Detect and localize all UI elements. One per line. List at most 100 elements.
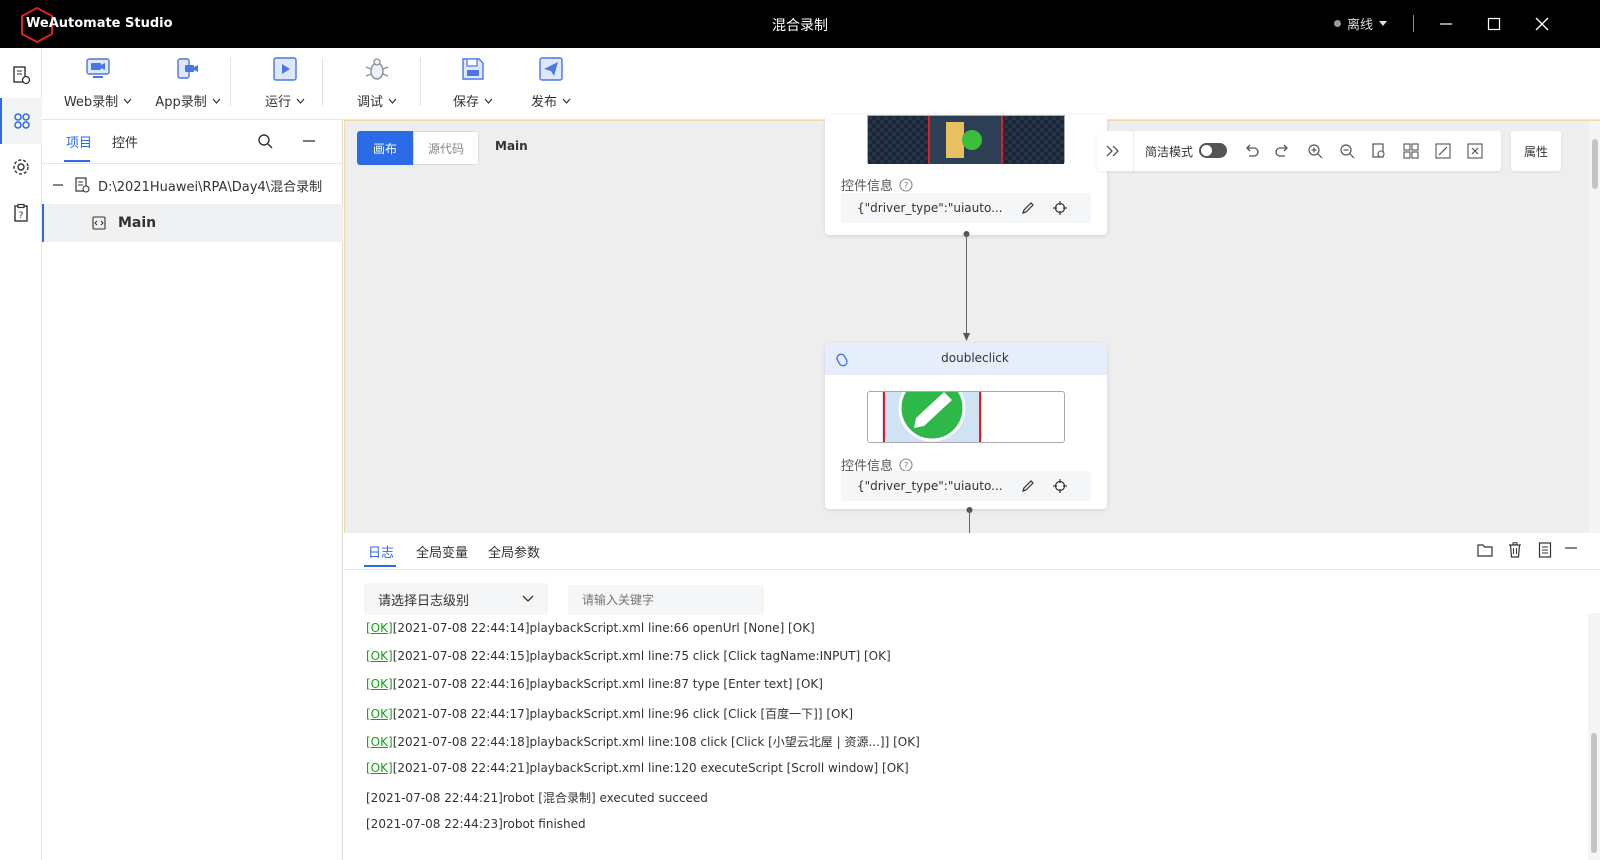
save-button[interactable]: 保存 [442, 54, 504, 114]
log-text: [2021-07-08 22:44:17]playbackScript.xml … [392, 707, 854, 721]
fit-view-button[interactable] [1369, 141, 1389, 161]
ok-tag[interactable]: [OK] [366, 621, 393, 635]
flow-node-doubleclick[interactable]: doubleclick 控件信息? {"driver_type":"uiauto… [825, 343, 1107, 509]
ok-tag[interactable]: [OK] [366, 735, 393, 749]
undo-button[interactable] [1241, 141, 1261, 161]
ok-tag[interactable]: [OK] [366, 761, 393, 775]
expand-panel-button[interactable] [1103, 141, 1123, 161]
control-info-label-row: 控件信息? [841, 175, 913, 194]
edit-button[interactable] [1019, 199, 1037, 217]
rail-components-button[interactable] [0, 98, 42, 144]
gear-icon [13, 159, 29, 175]
exit-fullscreen-button[interactable] [1465, 141, 1485, 161]
tab-global-variables[interactable]: 全局变量 [416, 542, 468, 561]
double-chevron-right-icon [1106, 145, 1119, 157]
log-file-button[interactable] [1534, 539, 1556, 561]
simple-mode-toggle[interactable] [1199, 143, 1227, 158]
minus-icon [1565, 547, 1577, 549]
toolbar-divider [230, 58, 231, 106]
tab-source-code[interactable]: 源代码 [413, 131, 479, 165]
project-root-path: D:\2021Huawei\RPA\Day4\混合录制 [98, 179, 323, 195]
active-tab-indicator [64, 160, 90, 162]
left-rail: ? [0, 48, 42, 860]
log-text: [2021-07-08 22:44:14]playbackScript.xml … [392, 621, 815, 635]
fullscreen-button[interactable] [1433, 141, 1453, 161]
rail-settings-button[interactable] [0, 144, 42, 190]
log-line: [2021-07-08 22:44:21]robot [混合录制] execut… [366, 789, 708, 806]
keyword-search-input[interactable] [568, 585, 764, 615]
web-record-icon [86, 58, 110, 78]
chevron-down-icon [123, 98, 132, 104]
app-record-button[interactable]: App录制 [150, 54, 226, 114]
log-level-select[interactable]: 请选择日志级别 [364, 583, 548, 615]
close-button[interactable] [1528, 10, 1556, 38]
ok-tag[interactable]: [OK] [366, 707, 393, 721]
canvas-scrollbar[interactable] [1589, 121, 1600, 534]
svg-text:?: ? [904, 181, 909, 191]
log-scrollbar-thumb[interactable] [1591, 733, 1597, 853]
controls-divider [1133, 131, 1134, 171]
status-dot-icon [1334, 20, 1341, 27]
flow-canvas[interactable]: 画布 源代码 Main 控件信息? {"driver_type":"uiauto… [344, 115, 1600, 534]
web-record-button[interactable]: Web录制 [62, 54, 134, 114]
tab-global-parameters[interactable]: 全局参数 [488, 542, 540, 561]
help-clipboard-icon: ? [14, 203, 28, 222]
log-text: [2021-07-08 22:44:18]playbackScript.xml … [392, 735, 920, 749]
save-disk-icon [462, 58, 484, 80]
collapse-panel-button[interactable] [298, 130, 320, 152]
control-info-value: {"driver_type":"uiauto... [857, 201, 1003, 215]
tree-file-item[interactable]: Main [42, 204, 343, 242]
log-text: [2021-07-08 22:44:21]robot [混合录制] execut… [366, 791, 708, 805]
redo-icon [1275, 144, 1288, 157]
minimize-log-button[interactable] [1560, 537, 1582, 559]
canvas-scrollbar-thumb[interactable] [1592, 139, 1598, 189]
tab-canvas[interactable]: 画布 [357, 131, 413, 165]
zoom-in-button[interactable] [1305, 141, 1325, 161]
properties-button[interactable]: 属性 [1511, 131, 1561, 171]
flow-node[interactable]: 控件信息? {"driver_type":"uiauto... [825, 115, 1107, 235]
status-label: 离线 [1347, 18, 1374, 33]
debug-button[interactable]: 调试 [346, 54, 408, 114]
rail-projects-button[interactable] [0, 52, 42, 98]
play-icon [273, 57, 297, 81]
document-icon [1538, 542, 1552, 558]
tree-root-item[interactable]: D:\2021Huawei\RPA\Day4\混合录制 [42, 168, 343, 202]
tab-project[interactable]: 项目 [66, 132, 92, 151]
minimize-button[interactable] [1432, 10, 1460, 38]
locate-button[interactable] [1051, 199, 1069, 217]
components-icon [14, 113, 30, 129]
run-button[interactable]: 运行 [254, 54, 316, 114]
layout-button[interactable] [1401, 141, 1421, 161]
rail-help-button[interactable]: ? [0, 190, 42, 236]
main-toolbar: Web录制 App录制 运行 调试 保存 发布 [42, 48, 1600, 120]
window-title: 混合录制 [772, 18, 828, 34]
toolbar-divider [420, 58, 421, 106]
fullscreen-icon [1435, 143, 1451, 159]
project-doc-icon [13, 66, 31, 85]
pencil-icon [1022, 480, 1034, 492]
ok-tag[interactable]: [OK] [366, 649, 393, 663]
log-divider [344, 569, 1600, 570]
log-line: [OK][2021-07-08 22:44:15]playbackScript.… [366, 649, 891, 663]
chevron-down-icon [388, 98, 397, 104]
search-button[interactable] [254, 130, 276, 152]
canvas-controls: 简洁模式 [1097, 131, 1501, 171]
publish-button[interactable]: 发布 [520, 54, 582, 114]
edit-button[interactable] [1019, 477, 1037, 495]
open-folder-button[interactable] [1474, 539, 1496, 561]
project-file-icon [75, 177, 90, 193]
file-name: Main [118, 215, 157, 231]
locate-button[interactable] [1051, 477, 1069, 495]
redo-button[interactable] [1273, 141, 1293, 161]
collapse-minus-icon[interactable] [52, 179, 64, 191]
crosshair-icon [1053, 201, 1067, 215]
clear-log-button[interactable] [1504, 539, 1526, 561]
project-panel: 项目 控件 D:\2021Huawei\RPA\Day4\混合录制 Main [42, 120, 343, 860]
tab-controls[interactable]: 控件 [112, 132, 138, 151]
tab-log[interactable]: 日志 [368, 542, 394, 561]
log-scrollbar[interactable] [1588, 613, 1600, 860]
zoom-out-button[interactable] [1337, 141, 1357, 161]
maximize-button[interactable] [1480, 10, 1508, 38]
status-dropdown[interactable]: 离线 [1334, 14, 1388, 33]
ok-tag[interactable]: [OK] [366, 677, 393, 691]
